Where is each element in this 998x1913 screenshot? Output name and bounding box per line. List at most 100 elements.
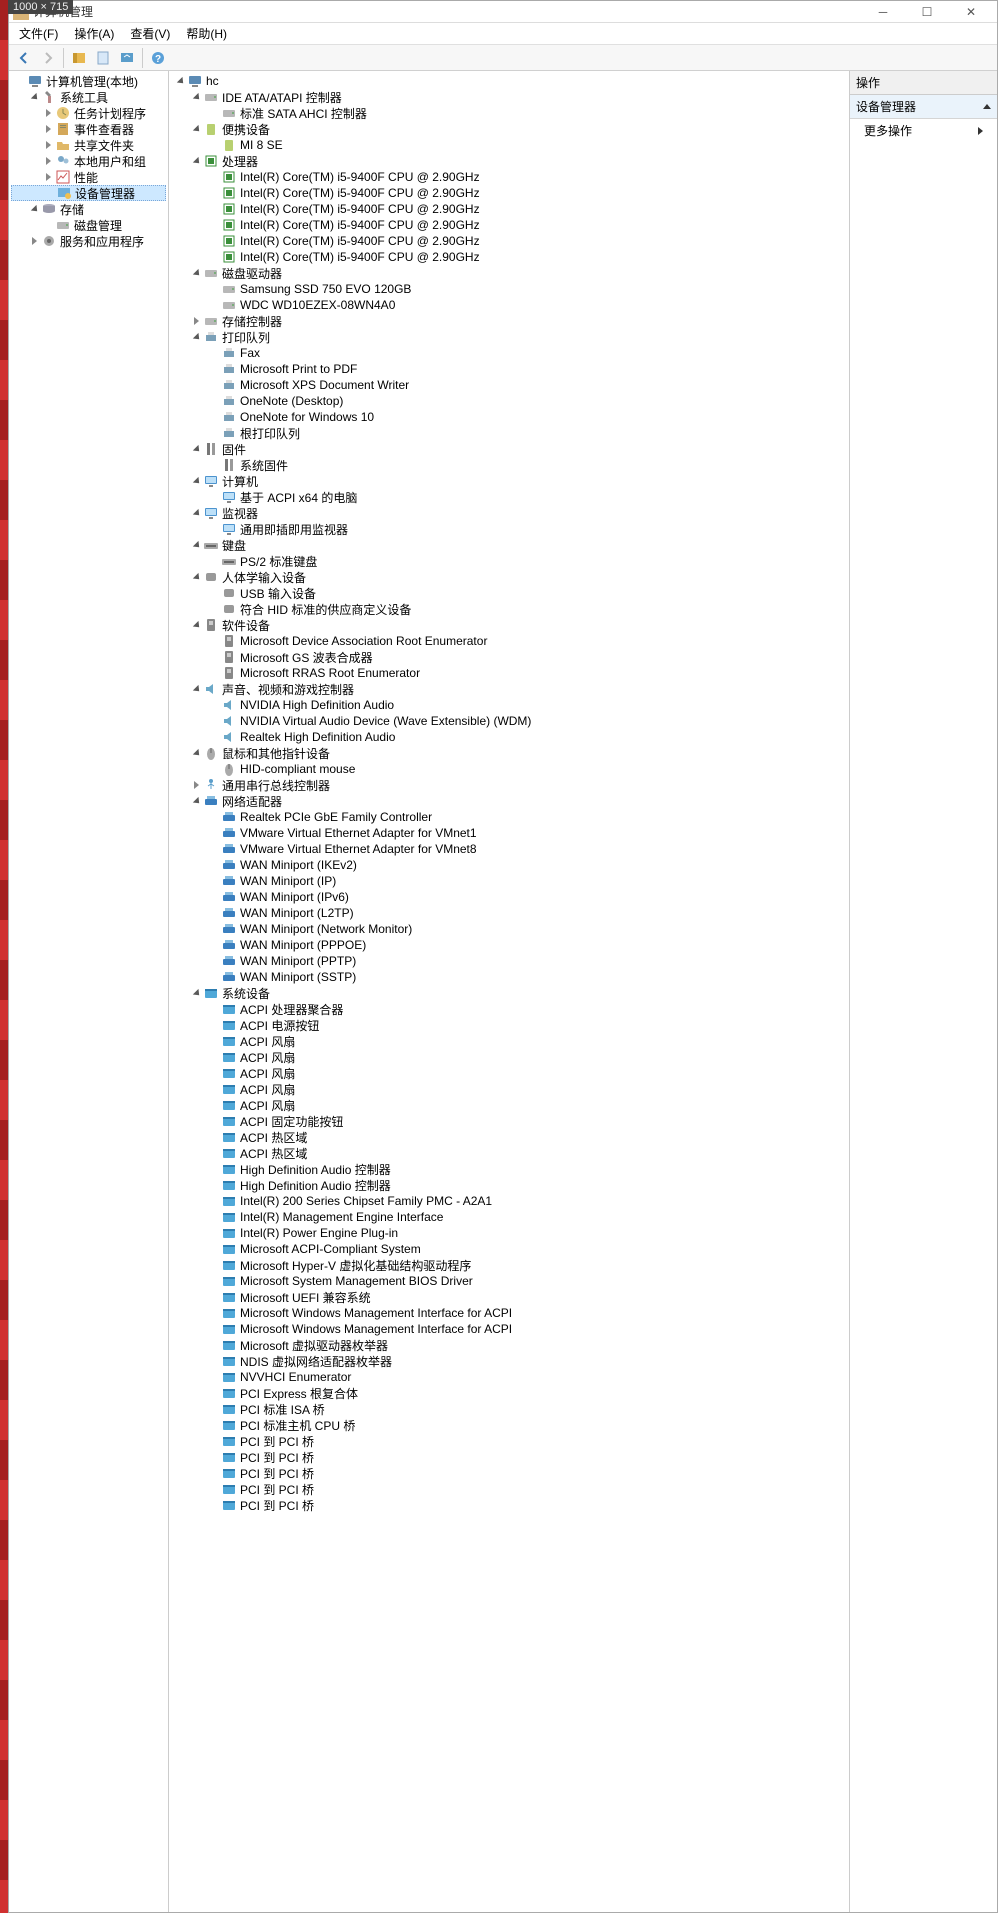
device-category[interactable]: 鼠标和其他指针设备 bbox=[171, 745, 847, 761]
device-item[interactable]: NDIS 虚拟网络适配器枚举器 bbox=[171, 1353, 847, 1369]
device-category[interactable]: 便携设备 bbox=[171, 121, 847, 137]
device-item[interactable]: PCI 到 PCI 桥 bbox=[171, 1497, 847, 1513]
menu-help[interactable]: 帮助(H) bbox=[178, 23, 235, 44]
device-item[interactable]: WAN Miniport (IPv6) bbox=[171, 889, 847, 905]
device-item[interactable]: 标准 SATA AHCI 控制器 bbox=[171, 105, 847, 121]
device-item[interactable]: ACPI 处理器聚合器 bbox=[171, 1001, 847, 1017]
device-item[interactable]: ACPI 风扇 bbox=[171, 1065, 847, 1081]
device-item[interactable]: Microsoft System Management BIOS Driver bbox=[171, 1273, 847, 1289]
collapse-toggle[interactable] bbox=[189, 266, 203, 280]
help-button[interactable]: ? bbox=[147, 47, 169, 69]
device-item[interactable]: WAN Miniport (PPPOE) bbox=[171, 937, 847, 953]
tree-root-local[interactable]: 计算机管理(本地) bbox=[11, 73, 166, 89]
device-item[interactable]: ACPI 热区域 bbox=[171, 1129, 847, 1145]
device-item[interactable]: ACPI 电源按钮 bbox=[171, 1017, 847, 1033]
device-category[interactable]: 网络适配器 bbox=[171, 793, 847, 809]
device-tree-pane[interactable]: hcIDE ATA/ATAPI 控制器标准 SATA AHCI 控制器便携设备M… bbox=[169, 71, 849, 1912]
collapse-toggle[interactable] bbox=[189, 90, 203, 104]
collapse-toggle[interactable] bbox=[189, 442, 203, 456]
device-item[interactable]: Microsoft Device Association Root Enumer… bbox=[171, 633, 847, 649]
device-item[interactable]: Intel(R) Core(TM) i5-9400F CPU @ 2.90GHz bbox=[171, 169, 847, 185]
device-item[interactable]: 基于 ACPI x64 的电脑 bbox=[171, 489, 847, 505]
collapse-toggle[interactable] bbox=[189, 154, 203, 168]
tree-system-tools[interactable]: 系统工具 bbox=[11, 89, 166, 105]
properties-button[interactable] bbox=[92, 47, 114, 69]
back-button[interactable] bbox=[13, 47, 35, 69]
device-item[interactable]: PCI Express 根复合体 bbox=[171, 1385, 847, 1401]
device-item[interactable]: HID-compliant mouse bbox=[171, 761, 847, 777]
device-item[interactable]: ACPI 风扇 bbox=[171, 1033, 847, 1049]
tree-event-viewer[interactable]: 事件查看器 bbox=[11, 121, 166, 137]
device-item[interactable]: WAN Miniport (SSTP) bbox=[171, 969, 847, 985]
device-category[interactable]: 存储控制器 bbox=[171, 313, 847, 329]
device-category[interactable]: 系统设备 bbox=[171, 985, 847, 1001]
device-item[interactable]: PCI 到 PCI 桥 bbox=[171, 1449, 847, 1465]
device-item[interactable]: 通用即插即用监视器 bbox=[171, 521, 847, 537]
collapse-toggle[interactable] bbox=[189, 570, 203, 584]
collapse-toggle[interactable] bbox=[189, 538, 203, 552]
collapse-toggle[interactable] bbox=[189, 794, 203, 808]
tree-storage[interactable]: 存储 bbox=[11, 201, 166, 217]
device-item[interactable]: ACPI 热区域 bbox=[171, 1145, 847, 1161]
device-item[interactable]: Microsoft GS 波表合成器 bbox=[171, 649, 847, 665]
device-item[interactable]: Microsoft 虚拟驱动器枚举器 bbox=[171, 1337, 847, 1353]
tree-shared-folders[interactable]: 共享文件夹 bbox=[11, 137, 166, 153]
device-item[interactable]: Intel(R) Core(TM) i5-9400F CPU @ 2.90GHz bbox=[171, 217, 847, 233]
device-item[interactable]: PCI 到 PCI 桥 bbox=[171, 1433, 847, 1449]
collapse-toggle[interactable] bbox=[189, 122, 203, 136]
device-item[interactable]: Microsoft Windows Management Interface f… bbox=[171, 1305, 847, 1321]
device-item[interactable]: USB 输入设备 bbox=[171, 585, 847, 601]
device-item[interactable]: ACPI 固定功能按钮 bbox=[171, 1113, 847, 1129]
device-category[interactable]: 人体学输入设备 bbox=[171, 569, 847, 585]
device-category[interactable]: 磁盘驱动器 bbox=[171, 265, 847, 281]
device-item[interactable]: ACPI 风扇 bbox=[171, 1081, 847, 1097]
device-root[interactable]: hc bbox=[171, 73, 847, 89]
device-category[interactable]: IDE ATA/ATAPI 控制器 bbox=[171, 89, 847, 105]
collapse-toggle[interactable] bbox=[189, 474, 203, 488]
device-item[interactable]: Microsoft ACPI-Compliant System bbox=[171, 1241, 847, 1257]
device-category[interactable]: 声音、视频和游戏控制器 bbox=[171, 681, 847, 697]
device-item[interactable]: WAN Miniport (IKEv2) bbox=[171, 857, 847, 873]
close-button[interactable]: ✕ bbox=[949, 2, 993, 22]
left-tree-pane[interactable]: 计算机管理(本地) 系统工具 任务计划程序 事件查看器 共享文件夹 本地用户和组… bbox=[9, 71, 169, 1912]
device-item[interactable]: ACPI 风扇 bbox=[171, 1049, 847, 1065]
collapse-toggle[interactable] bbox=[189, 506, 203, 520]
device-item[interactable]: WAN Miniport (PPTP) bbox=[171, 953, 847, 969]
device-item[interactable]: Intel(R) Power Engine Plug-in bbox=[171, 1225, 847, 1241]
titlebar[interactable]: 计算机管理 ─ ☐ ✕ bbox=[9, 1, 997, 23]
device-item[interactable]: Intel(R) 200 Series Chipset Family PMC -… bbox=[171, 1193, 847, 1209]
device-item[interactable]: Realtek PCIe GbE Family Controller bbox=[171, 809, 847, 825]
tree-device-manager[interactable]: 设备管理器 bbox=[11, 185, 166, 201]
collapse-toggle[interactable] bbox=[189, 986, 203, 1000]
device-item[interactable]: OneNote (Desktop) bbox=[171, 393, 847, 409]
forward-button[interactable] bbox=[37, 47, 59, 69]
minimize-button[interactable]: ─ bbox=[861, 2, 905, 22]
device-category[interactable]: 监视器 bbox=[171, 505, 847, 521]
expand-toggle[interactable] bbox=[189, 778, 203, 792]
collapse-toggle[interactable] bbox=[189, 618, 203, 632]
device-item[interactable]: VMware Virtual Ethernet Adapter for VMne… bbox=[171, 841, 847, 857]
tree-services-apps[interactable]: 服务和应用程序 bbox=[11, 233, 166, 249]
device-item[interactable]: PCI 到 PCI 桥 bbox=[171, 1465, 847, 1481]
tree-performance[interactable]: 性能 bbox=[11, 169, 166, 185]
maximize-button[interactable]: ☐ bbox=[905, 2, 949, 22]
device-item[interactable]: Intel(R) Core(TM) i5-9400F CPU @ 2.90GHz bbox=[171, 185, 847, 201]
device-item[interactable]: MI 8 SE bbox=[171, 137, 847, 153]
menu-file[interactable]: 文件(F) bbox=[11, 23, 66, 44]
device-item[interactable]: Intel(R) Management Engine Interface bbox=[171, 1209, 847, 1225]
device-item[interactable]: ACPI 风扇 bbox=[171, 1097, 847, 1113]
device-category[interactable]: 通用串行总线控制器 bbox=[171, 777, 847, 793]
device-item[interactable]: Samsung SSD 750 EVO 120GB bbox=[171, 281, 847, 297]
device-item[interactable]: Intel(R) Core(TM) i5-9400F CPU @ 2.90GHz bbox=[171, 249, 847, 265]
collapse-toggle[interactable] bbox=[189, 746, 203, 760]
device-item[interactable]: WAN Miniport (Network Monitor) bbox=[171, 921, 847, 937]
actions-context[interactable]: 设备管理器 bbox=[850, 95, 997, 119]
device-item[interactable]: Microsoft UEFI 兼容系统 bbox=[171, 1289, 847, 1305]
device-item[interactable]: PCI 标准主机 CPU 桥 bbox=[171, 1417, 847, 1433]
actions-more[interactable]: 更多操作 bbox=[850, 119, 997, 142]
device-item[interactable]: NVIDIA High Definition Audio bbox=[171, 697, 847, 713]
device-category[interactable]: 打印队列 bbox=[171, 329, 847, 345]
device-item[interactable]: WDC WD10EZEX-08WN4A0 bbox=[171, 297, 847, 313]
expand-toggle[interactable] bbox=[189, 314, 203, 328]
device-item[interactable]: Microsoft RRAS Root Enumerator bbox=[171, 665, 847, 681]
